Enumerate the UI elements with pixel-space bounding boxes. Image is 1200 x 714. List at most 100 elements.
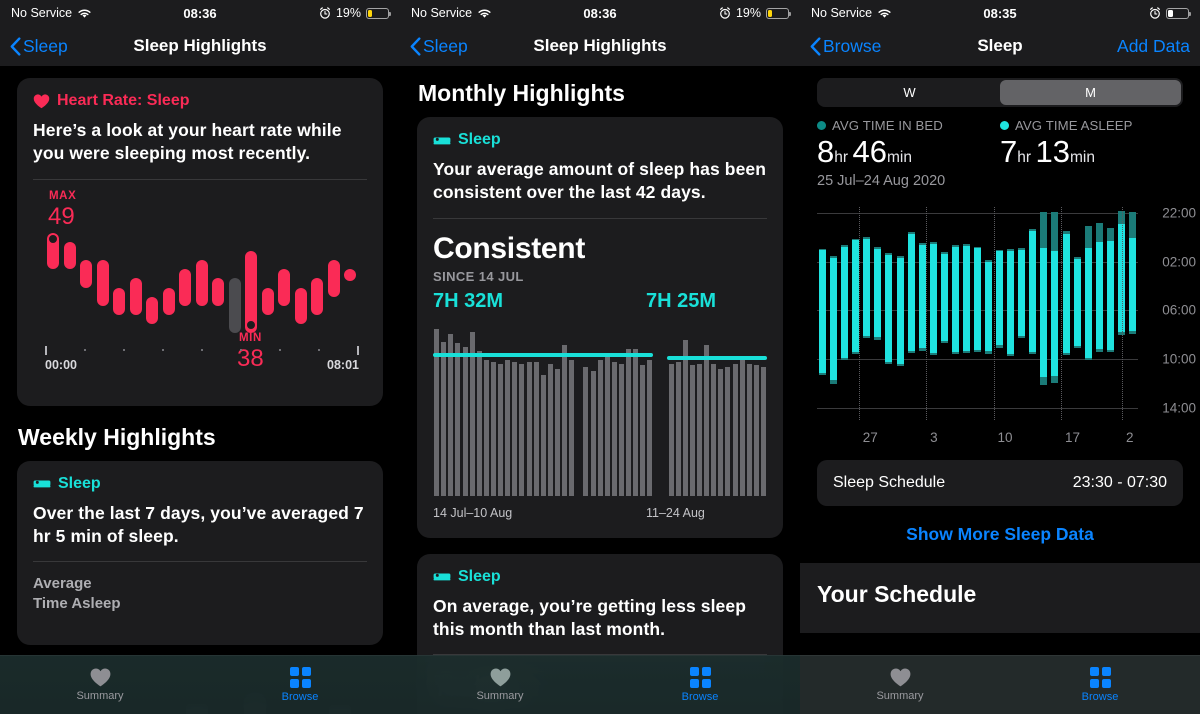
asleep-hours-unit: hr	[1017, 149, 1032, 166]
back-button[interactable]: Sleep	[410, 36, 468, 57]
hr-bar	[113, 287, 126, 315]
monthly-bar	[711, 363, 717, 496]
stat-time-asleep: AVG TIME ASLEEP 7hr 13min	[1000, 118, 1183, 170]
hr-bar	[162, 287, 175, 315]
sleep-bar-asleep	[830, 257, 838, 380]
axis-tick	[201, 348, 203, 351]
monthly-bar	[611, 361, 617, 496]
monthly-bar	[554, 369, 560, 496]
back-button-label: Sleep	[423, 35, 468, 56]
add-data-button[interactable]: Add Data	[1117, 36, 1190, 57]
monthly-bar	[668, 363, 674, 496]
monthly-bar	[640, 365, 646, 496]
grid-icon	[1089, 667, 1111, 688]
monthly-bar	[682, 339, 688, 496]
status-bar: No Service 08:35	[800, 0, 1200, 26]
hr-bar	[344, 269, 357, 282]
monthly-bar	[696, 363, 702, 496]
asleep-minutes: 13	[1035, 134, 1070, 169]
monthly-bar	[562, 345, 568, 496]
tab-summary[interactable]: Summary	[800, 656, 1000, 714]
monthly-avg-right: 7H 25M	[646, 289, 717, 312]
axis-tick	[279, 348, 281, 351]
heart-rate-chart: MAX 49 MIN 38 00:00 08:01	[33, 190, 367, 390]
in-bed-hours-unit: hr	[834, 149, 849, 166]
monthly-sleep-card[interactable]: Sleep Your average amount of sleep has b…	[417, 117, 783, 538]
back-button[interactable]: Sleep	[10, 36, 68, 57]
grid-icon	[689, 667, 711, 688]
sleep-bar-asleep	[929, 243, 937, 354]
sleep-bar-asleep	[1084, 248, 1092, 358]
sleep-bar-asleep	[841, 247, 849, 358]
carrier-label: No Service	[411, 6, 473, 20]
gridline-horizontal	[817, 407, 1138, 409]
monthly-bar	[618, 363, 624, 496]
bed-icon	[33, 480, 51, 488]
monthly-bar	[455, 343, 461, 496]
monthly-bar	[647, 359, 653, 496]
monthly-bar	[675, 361, 681, 496]
sleep-bar-asleep	[996, 251, 1004, 346]
weekly-highlights-heading: Weekly Highlights	[18, 423, 216, 450]
gridline-vertical	[858, 207, 860, 420]
heart-icon	[90, 668, 110, 687]
monthly-bar	[547, 363, 553, 496]
hr-bar-group	[45, 224, 359, 352]
alarm-icon	[719, 7, 731, 19]
axis-tick	[318, 348, 320, 351]
monthly-bar	[718, 369, 724, 496]
three-screenshot-montage: No Service 08:36 19% Sleep Sleep Highlig…	[0, 0, 1200, 714]
scroll-content[interactable]: Heart Rate: Sleep Here’s a look at your …	[0, 66, 400, 714]
monthly-bar	[597, 359, 603, 496]
back-button[interactable]: Browse	[810, 36, 881, 57]
chart-date-range: 25 Jul–24 Aug 2020	[817, 173, 946, 189]
your-schedule-heading: Your Schedule	[817, 581, 977, 607]
monthly-bar	[441, 341, 447, 496]
sleep-bar-asleep	[1040, 247, 1048, 377]
heart-rate-card[interactable]: Heart Rate: Sleep Here’s a look at your …	[17, 78, 383, 406]
tab-browse[interactable]: Browse	[600, 656, 800, 714]
show-more-sleep-data-link[interactable]: Show More Sleep Data	[800, 506, 1200, 545]
panel-sleep-highlights-monthly: No Service 08:36 19% Sleep Sleep Highlig…	[400, 0, 800, 714]
monthly-bar	[498, 363, 504, 496]
battery-icon	[766, 7, 792, 19]
card-divider	[33, 561, 367, 563]
sleep-bar-asleep	[1095, 241, 1103, 350]
in-bed-minutes: 46	[852, 134, 887, 169]
weekly-sleep-card[interactable]: Sleep Over the last 7 days, you’ve avera…	[17, 460, 383, 645]
navigation-bar: Browse Sleep Add Data	[800, 26, 1200, 66]
gridline-vertical	[1060, 207, 1062, 420]
monthly-bar	[689, 365, 695, 496]
tab-browse[interactable]: Browse	[200, 656, 400, 714]
sleep-y-tick-label: 10:00	[1162, 351, 1196, 367]
tab-bar: Summary Browse	[800, 655, 1200, 714]
battery-icon	[1166, 7, 1192, 19]
monthly-bar	[760, 367, 766, 496]
sleep-bar-asleep	[885, 255, 893, 362]
sleep-bar-asleep	[1062, 233, 1070, 354]
hr-axis-start-label: 00:00	[45, 357, 77, 372]
status-right	[1149, 7, 1192, 19]
scroll-content[interactable]: W M AVG TIME IN BED 8hr 46min AVG TIME A…	[800, 66, 1200, 714]
segment-week[interactable]: W	[819, 80, 1000, 105]
sleep-schedule-row[interactable]: Sleep Schedule 23:30 - 07:30	[817, 460, 1183, 506]
monthly-avg-left: 7H 32M	[433, 289, 504, 312]
sleep-bar-asleep	[1128, 238, 1136, 332]
back-button-label: Browse	[823, 35, 882, 56]
sleep-month-chart[interactable]: 22:00 02:00 06:00 10:00 14:00 27 3 10 17 2	[800, 199, 1200, 454]
navigation-bar: Sleep Sleep Highlights	[400, 26, 800, 66]
tab-summary[interactable]: Summary	[0, 656, 200, 714]
sleep-x-tick-label: 10	[997, 430, 1013, 445]
stat-label: AVG TIME IN BED	[817, 118, 1000, 133]
axis-tick	[162, 348, 164, 351]
tab-browse[interactable]: Browse	[1000, 656, 1200, 714]
stat-label: AVG TIME ASLEEP	[1000, 118, 1183, 133]
tab-summary[interactable]: Summary	[400, 656, 600, 714]
scroll-content[interactable]: Monthly Highlights Sleep Your average am…	[400, 66, 800, 714]
hr-bar	[129, 278, 142, 315]
monthly-since-label: SINCE 14 JUL	[433, 268, 524, 284]
hr-bar	[212, 278, 225, 306]
period-segmented-control[interactable]: W M	[817, 78, 1183, 107]
segment-month[interactable]: M	[1000, 80, 1181, 105]
sleep-bar-asleep	[940, 253, 948, 341]
